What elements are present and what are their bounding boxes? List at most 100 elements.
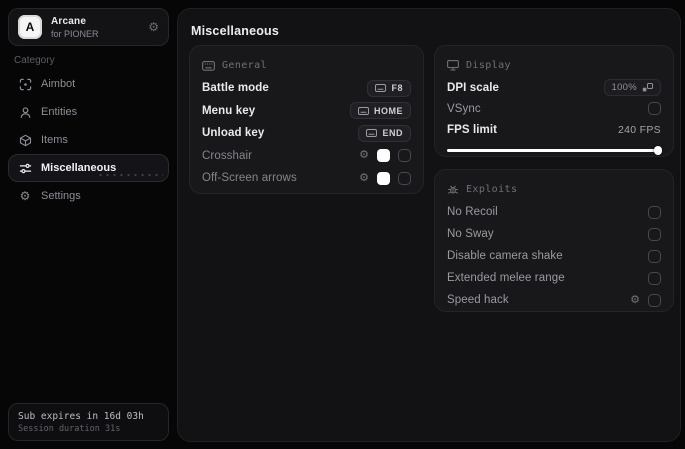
speed-hack-checkbox[interactable]	[648, 293, 661, 307]
vsync-checkbox[interactable]	[648, 102, 661, 115]
setting-row-no-recoil: No Recoil	[447, 201, 661, 223]
disable-camera-shake-checkbox[interactable]	[648, 249, 661, 263]
keybind-value: HOME	[374, 105, 403, 116]
setting-label: Unload key	[202, 127, 265, 140]
offscreen-arrows-color-swatch[interactable]	[377, 171, 390, 185]
sidebar-item-label: Items	[41, 134, 68, 146]
gear-icon: ⚙	[19, 189, 31, 203]
offscreen-arrows-checkbox[interactable]	[398, 171, 411, 185]
crosshair-icon	[18, 77, 32, 91]
setting-row-no-sway: No Sway	[447, 223, 661, 245]
gear-icon[interactable]: ⚙	[359, 172, 369, 184]
cube-icon	[18, 133, 32, 147]
main-panel: Miscellaneous General Battle mode F8 Men…	[177, 8, 681, 442]
setting-label: Crosshair	[202, 149, 253, 162]
setting-row-crosshair: Crosshair ⚙	[202, 145, 411, 168]
card-header-label: Display	[466, 60, 511, 71]
display-card: Display DPI scale 100% VSync FPS limit 2…	[434, 45, 674, 157]
general-card: General Battle mode F8 Menu key HOME Unl…	[189, 45, 424, 194]
keyboard-icon	[202, 60, 215, 71]
sub-expiry-text: Sub expires in 16d 03h	[18, 411, 144, 422]
menu-key-keybind-button[interactable]: HOME	[350, 102, 411, 120]
brand-logo-letter: A	[25, 20, 35, 34]
category-label: Category	[14, 55, 55, 66]
monitor-icon	[447, 60, 459, 71]
setting-label: No Sway	[447, 228, 494, 240]
scale-icon	[642, 83, 653, 92]
app-window: A Arcane for PIONER ⚙ Category Aimbot En…	[0, 0, 685, 449]
entities-icon	[18, 105, 32, 119]
brand-subtitle: for PIONER	[51, 28, 99, 39]
setting-label: Disable camera shake	[447, 250, 563, 262]
sidebar-item-label: Aimbot	[41, 78, 76, 90]
sidebar-item-label: Settings	[41, 190, 81, 202]
setting-label: Speed hack	[447, 294, 509, 306]
sidebar-item-entities[interactable]: Entities	[8, 98, 169, 126]
setting-row-vsync: VSync	[447, 98, 661, 119]
setting-label: No Recoil	[447, 206, 498, 218]
setting-label: Menu key	[202, 104, 256, 117]
setting-label: Off-Screen arrows	[202, 172, 297, 185]
active-item-dots-decoration	[97, 172, 163, 179]
card-header-label: Exploits	[466, 184, 518, 195]
crosshair-checkbox[interactable]	[398, 149, 411, 163]
brand-text: Arcane for PIONER	[51, 16, 99, 39]
setting-row-battle-mode: Battle mode F8	[202, 77, 411, 100]
setting-label: VSync	[447, 102, 481, 115]
extended-melee-range-checkbox[interactable]	[648, 271, 661, 285]
dpi-scale-select[interactable]: 100%	[603, 79, 661, 96]
gear-icon[interactable]: ⚙	[359, 150, 369, 161]
dpi-scale-value: 100%	[611, 82, 637, 93]
fps-limit-slider[interactable]	[447, 145, 662, 155]
setting-row-fps-limit: FPS limit 240 FPS	[447, 119, 661, 140]
setting-row-menu-key: Menu key HOME	[202, 100, 411, 123]
speed-hack-controls: ⚙	[630, 293, 661, 307]
sidebar-item-settings[interactable]: ⚙ Settings	[8, 182, 169, 210]
session-duration-text: Session duration 31s	[18, 424, 121, 434]
setting-label: DPI scale	[447, 81, 500, 94]
slider-fill	[447, 148, 661, 152]
offscreen-arrows-controls: ⚙	[359, 171, 411, 185]
crosshair-controls: ⚙	[359, 149, 411, 163]
setting-row-extended-melee-range: Extended melee range	[447, 267, 661, 289]
brand-logo: A	[18, 15, 42, 39]
fps-limit-value: 240 FPS	[618, 123, 661, 136]
slider-knob[interactable]	[653, 146, 662, 155]
sidebar-item-label: Entities	[41, 106, 78, 118]
setting-row-offscreen-arrows: Off-Screen arrows ⚙	[202, 167, 411, 190]
setting-label: Battle mode	[202, 82, 269, 95]
setting-row-unload-key: Unload key END	[202, 122, 411, 145]
sidebar-item-miscellaneous[interactable]: Miscellaneous	[8, 154, 169, 182]
key-icon	[358, 106, 369, 115]
key-icon	[366, 129, 378, 138]
unload-key-keybind-button[interactable]: END	[358, 124, 411, 142]
exploits-card: Exploits No Recoil No Sway Disable camer…	[434, 169, 674, 312]
subscription-card: Sub expires in 16d 03h Session duration …	[8, 403, 169, 441]
no-recoil-checkbox[interactable]	[648, 205, 661, 219]
page-title: Miscellaneous	[191, 24, 280, 38]
exploits-card-header: Exploits	[447, 178, 661, 201]
battle-mode-keybind-button[interactable]: F8	[367, 79, 411, 97]
sidebar-item-aimbot[interactable]: Aimbot	[8, 70, 169, 98]
sidebar-nav: Aimbot Entities Items Miscellaneous ⚙ Se…	[8, 70, 169, 210]
sidebar: A Arcane for PIONER ⚙ Category Aimbot En…	[0, 0, 177, 449]
card-header-label: General	[222, 60, 267, 71]
key-icon	[375, 84, 387, 93]
keybind-value: F8	[391, 83, 403, 94]
brand-name: Arcane	[51, 15, 87, 27]
gear-icon[interactable]: ⚙	[148, 21, 159, 33]
keybind-value: END	[382, 128, 403, 139]
sidebar-item-items[interactable]: Items	[8, 126, 169, 154]
setting-row-disable-camera-shake: Disable camera shake	[447, 245, 661, 267]
setting-row-dpi-scale: DPI scale 100%	[447, 77, 661, 98]
setting-label: FPS limit	[447, 123, 498, 136]
setting-row-speed-hack: Speed hack ⚙	[447, 289, 661, 311]
general-card-header: General	[202, 54, 411, 77]
gear-icon[interactable]: ⚙	[630, 294, 640, 306]
crosshair-color-swatch[interactable]	[377, 149, 390, 163]
sliders-icon	[18, 161, 32, 175]
brand-card: A Arcane for PIONER ⚙	[8, 8, 169, 46]
display-card-header: Display	[447, 54, 661, 77]
no-sway-checkbox[interactable]	[648, 227, 661, 241]
bug-icon	[447, 184, 459, 196]
